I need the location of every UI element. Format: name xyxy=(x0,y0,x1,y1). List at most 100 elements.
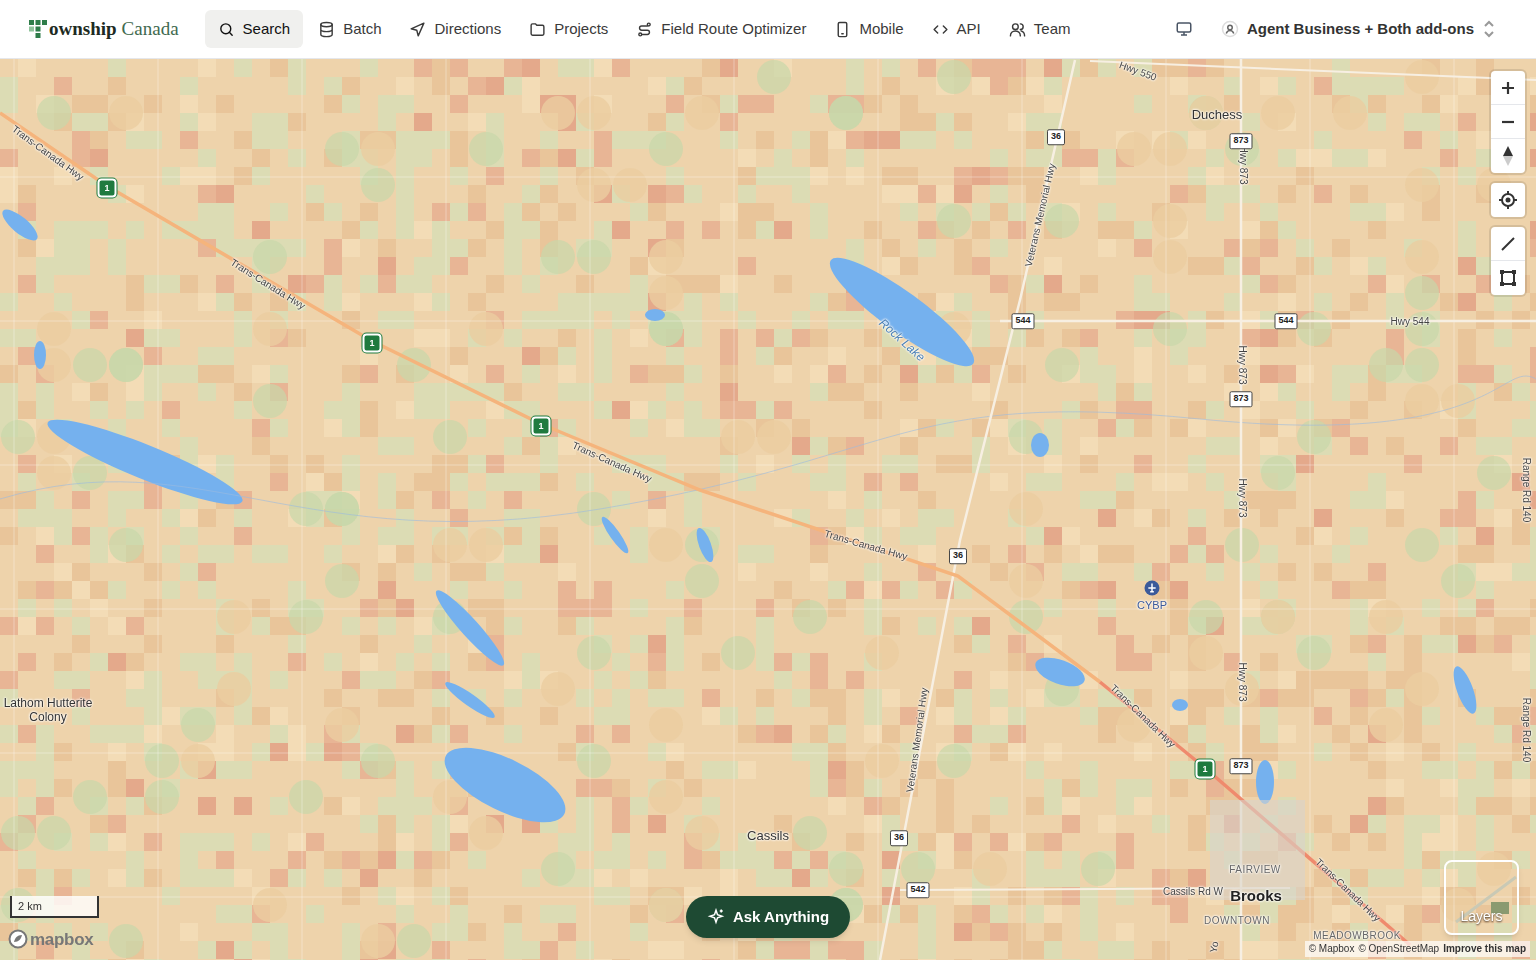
nav-item-label: Batch xyxy=(343,18,381,41)
mobile-icon xyxy=(834,21,851,38)
map-label: Trans-Canada Hwy xyxy=(1312,855,1384,925)
navigation-icon xyxy=(409,21,426,38)
highway-shield: 36 xyxy=(1047,129,1065,145)
highway-shield: 1 xyxy=(98,179,117,198)
map[interactable]: Duchess Rock Lake Cassils FAIRVIEW Brooks DOW… xyxy=(0,59,1536,960)
attribution: © Mapbox© OpenStreetMapImprove this map xyxy=(1305,941,1530,957)
map-label: Veterans Memorial Hwy xyxy=(1021,162,1059,268)
map-label: Range Rd 140 xyxy=(1519,698,1534,763)
search-icon xyxy=(218,21,235,38)
map-label: Yo xyxy=(1206,940,1223,954)
map-label: Trans-Canada Hwy xyxy=(228,255,309,313)
map-label: DOWNTOWN xyxy=(1204,913,1270,928)
logo-word: ownship xyxy=(49,15,117,44)
highway-shield: 544 xyxy=(1011,313,1034,329)
attribution-link[interactable]: © OpenStreetMap xyxy=(1358,941,1439,957)
satellite-thumbnail-icon xyxy=(1446,862,1519,935)
sparkle-icon xyxy=(707,908,725,926)
map-label: Brooks xyxy=(1230,885,1282,908)
road-water-layer xyxy=(0,59,1536,960)
nav-item-label: Field Route Optimizer xyxy=(661,18,806,41)
airport-icon xyxy=(1145,581,1160,596)
highway-shield: 873 xyxy=(1229,391,1252,407)
map-label: Trans-Canada Hwy xyxy=(570,438,654,487)
attribution-link[interactable]: Improve this map xyxy=(1443,941,1526,957)
highway-shield: 1 xyxy=(1196,760,1215,779)
nav-item[interactable]: Projects xyxy=(516,10,621,48)
map-label: Hwy 873 xyxy=(1235,479,1250,518)
map-label: Hwy 873 xyxy=(1235,346,1250,385)
nav-item-label: Directions xyxy=(434,18,501,41)
nav-item[interactable]: Team xyxy=(996,10,1084,48)
highway-shield: 36 xyxy=(890,830,908,846)
logo[interactable]: ownshipCanada xyxy=(28,15,179,44)
nav-item-label: Team xyxy=(1034,18,1071,41)
map-label: CYBP xyxy=(1137,597,1167,614)
nav-item[interactable]: Directions xyxy=(396,10,514,48)
ask-anything-button[interactable]: Ask Anything xyxy=(686,896,850,938)
nav-item[interactable]: Search xyxy=(205,10,304,48)
code-icon xyxy=(932,21,949,38)
highway-shield: 542 xyxy=(906,882,929,898)
folder-icon xyxy=(529,21,546,38)
nav-item[interactable]: Field Route Optimizer xyxy=(623,10,819,48)
highway-shield: 873 xyxy=(1229,758,1252,774)
highway-shield: 1 xyxy=(363,334,382,353)
map-label: FAIRVIEW xyxy=(1229,862,1281,877)
map-label: Trans-Canada Hwy xyxy=(823,526,910,564)
nav-item[interactable]: Mobile xyxy=(821,10,916,48)
highway-shield: 1 xyxy=(532,417,551,436)
highway-shield: 36 xyxy=(949,548,967,564)
map-label: Veterans Memorial Hwy xyxy=(902,687,932,794)
nav-item-label: Search xyxy=(243,18,291,41)
zoom-out-icon[interactable] xyxy=(1491,105,1525,139)
layers-button[interactable]: Layers xyxy=(1444,860,1519,935)
route-icon xyxy=(636,21,653,38)
nav-item-label: Projects xyxy=(554,18,608,41)
parcel-layer xyxy=(0,59,1536,960)
map-label: Duchess xyxy=(1192,105,1243,125)
township-grid-icon xyxy=(28,19,48,39)
measure-line-icon[interactable] xyxy=(1491,227,1525,261)
nav-item-label: Mobile xyxy=(859,18,903,41)
map-label: Trans-Canada Hwy xyxy=(9,122,87,185)
compass-icon[interactable] xyxy=(1491,139,1525,173)
nav-item[interactable]: API xyxy=(919,10,994,48)
brand-text: mapbox xyxy=(30,927,93,953)
nav-item[interactable]: Batch xyxy=(305,10,394,48)
map-label: Cassils xyxy=(747,826,789,846)
account-label: Agent Business + Both add-ons xyxy=(1247,18,1474,41)
logo-sub: Canada xyxy=(122,15,179,44)
map-labels: Duchess Rock Lake Cassils FAIRVIEW Brooks DOW… xyxy=(0,59,1536,960)
monitor-icon[interactable] xyxy=(1175,20,1193,38)
attribution-link[interactable]: © Mapbox xyxy=(1309,941,1355,957)
map-label: Trans-Canada Hwy xyxy=(1107,681,1179,751)
highway-shield: 873 xyxy=(1229,133,1252,149)
nav-items: Search Batch Directions Projects Field Route… xyxy=(205,10,1084,48)
map-label: Hwy 544 xyxy=(1391,314,1430,329)
users-icon xyxy=(1009,21,1026,38)
map-label: Hwy 550 xyxy=(1117,59,1159,85)
locate-icon[interactable] xyxy=(1491,183,1525,217)
draw-polygon-icon[interactable] xyxy=(1491,261,1525,295)
ask-label: Ask Anything xyxy=(733,906,829,929)
account-switcher[interactable]: Agent Business + Both add-ons xyxy=(1221,18,1496,41)
map-label: Lathom Hutterite Colony xyxy=(2,696,94,724)
map-label: Hwy 873 xyxy=(1236,146,1251,185)
scale-bar: 2 km xyxy=(10,896,99,918)
zoom-in-icon[interactable] xyxy=(1491,71,1525,105)
chevrons-updown-icon xyxy=(1482,20,1496,38)
map-label: Cassils Rd W xyxy=(1163,884,1223,899)
nav-item-label: API xyxy=(957,18,981,41)
map-controls xyxy=(1491,71,1525,295)
map-label: Rock Lake xyxy=(875,314,929,365)
highway-shield: 544 xyxy=(1274,313,1297,329)
user-icon xyxy=(1221,20,1239,38)
map-label: Hwy 873 xyxy=(1235,663,1250,702)
map-label: Range Rd 140 xyxy=(1519,458,1534,523)
mapbox-icon xyxy=(8,929,28,949)
mapbox-logo[interactable]: mapbox xyxy=(8,927,93,953)
database-icon xyxy=(318,21,335,38)
top-nav: ownshipCanada Search Batch Directions Proje… xyxy=(0,0,1536,59)
layers-label: Layers xyxy=(1460,906,1502,927)
